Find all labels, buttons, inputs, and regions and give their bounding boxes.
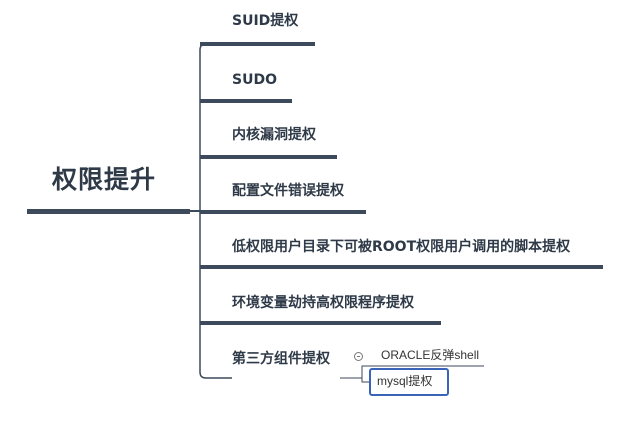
branch-label: 环境变量劫持高权限程序提权 [232,295,414,311]
branch-label: 配置文件错误提权 [232,183,344,199]
sub-branch-oracle[interactable]: ORACLE反弹shell [381,346,479,363]
sub-branch-mysql-selected[interactable]: mysql提权 [369,368,449,396]
branch-underline [200,321,441,325]
branch-kernel[interactable]: 内核漏洞提权 [232,126,316,144]
branch-thirdparty[interactable]: 第三方组件提权 [232,350,330,368]
sub-branch-label: mysql提权 [377,374,433,388]
branch-underline [200,210,366,214]
root-underline [27,209,190,214]
branch-env[interactable]: 环境变量劫持高权限程序提权 [232,294,414,312]
branch-label: 第三方组件提权 [232,351,330,367]
branch-label: 低权限用户目录下可被ROOT权限用户调用的脚本提权 [232,239,571,255]
branch-suid[interactable]: SUID提权 [232,12,298,30]
branch-underline [200,99,292,103]
branch-underline [200,155,337,159]
branch-label: SUID提权 [232,13,299,29]
branch-config[interactable]: 配置文件错误提权 [232,182,344,200]
branch-label: SUDO [232,72,277,88]
collapse-toggle-icon[interactable] [354,352,363,361]
branch-underline [200,42,315,46]
branch-underline [200,265,603,269]
root-topic[interactable]: 权限提升 [52,160,156,196]
branch-sudo[interactable]: SUDO [232,71,277,89]
branch-script[interactable]: 低权限用户目录下可被ROOT权限用户调用的脚本提权 [232,238,570,256]
branch-label: 内核漏洞提权 [232,127,316,143]
